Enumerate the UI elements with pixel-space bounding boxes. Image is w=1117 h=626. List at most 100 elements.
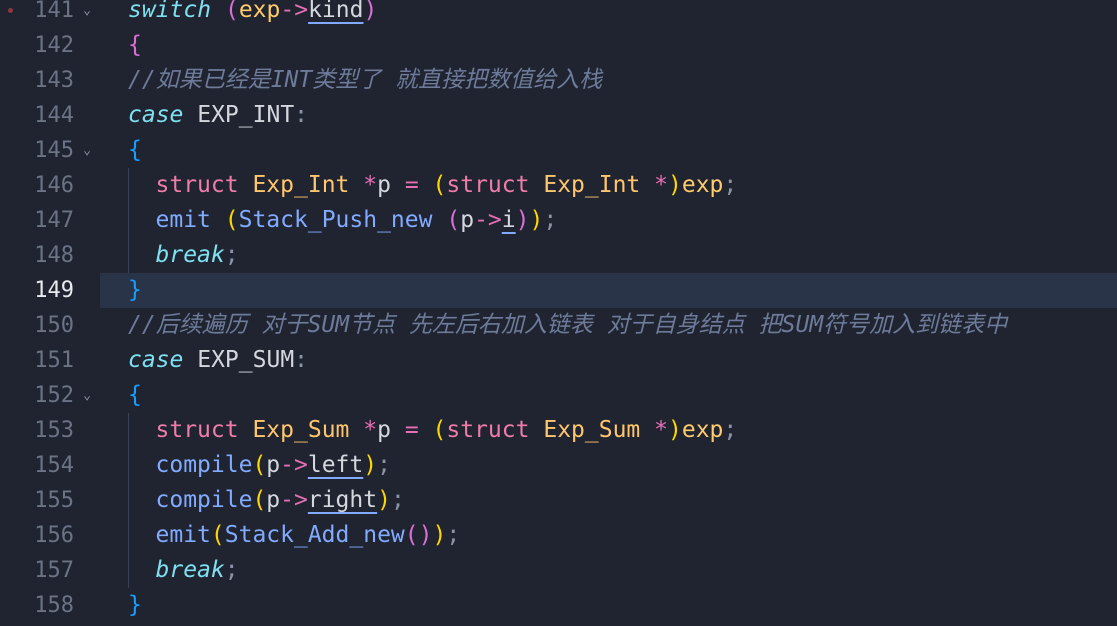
code-line[interactable]: 156 emit(Stack_Add_new()); [0, 518, 1117, 553]
code-text[interactable]: { [128, 378, 142, 413]
code-token: struct [446, 172, 530, 198]
code-line[interactable]: 150 //后续遍历 对于SUM节点 先左后右加入链表 对于自身结点 把SUM符号… [0, 308, 1117, 343]
code-line[interactable]: 148 break; [0, 238, 1117, 273]
gutter[interactable]: 143 [0, 63, 100, 98]
code-text[interactable]: case EXP_SUM: [128, 343, 308, 378]
code-text[interactable]: struct Exp_Sum *p = (struct Exp_Sum *)ex… [127, 413, 738, 448]
code-token: emit [155, 522, 211, 548]
line-number: 153 [34, 418, 74, 443]
code-token: -> [280, 0, 309, 23]
code-line[interactable]: 151 case EXP_SUM: [0, 343, 1117, 378]
code-text[interactable]: //如果已经是INT类型了 就直接把数值给入栈 [128, 63, 602, 98]
code-line[interactable]: 144 case EXP_INT: [0, 98, 1117, 133]
code-text[interactable]: { [128, 133, 142, 168]
code-token: ( [224, 0, 239, 23]
code-text[interactable]: compile(p->left); [127, 448, 391, 483]
code-text[interactable]: emit (Stack_Push_new (p->i)); [127, 203, 557, 238]
indent-guide [127, 448, 156, 483]
code-text[interactable]: emit(Stack_Add_new()); [127, 518, 460, 553]
code-token: struct [446, 417, 530, 443]
code-text[interactable]: //后续遍历 对于SUM节点 先左后右加入链表 对于自身结点 把SUM符号加入到… [128, 308, 1007, 343]
code-token: = [404, 417, 419, 443]
code-line[interactable]: 157 break; [0, 553, 1117, 588]
code-line[interactable]: 152 { [0, 378, 1117, 413]
code-token: -> [474, 207, 502, 233]
code-line[interactable]: 147 emit (Stack_Push_new (p->i)); [0, 203, 1117, 238]
code-text[interactable]: break; [127, 238, 239, 273]
code-text[interactable]: compile(p->right); [127, 483, 405, 518]
gutter[interactable]: 149 [0, 273, 100, 308]
gutter[interactable]: 158 [0, 588, 100, 623]
fold-chevron-icon[interactable] [80, 133, 94, 168]
code-line[interactable]: 141 switch (exp->kind) [0, 0, 1117, 28]
code-token: ; [723, 417, 738, 443]
gutter[interactable]: 145 [0, 133, 100, 168]
code-token: p [377, 172, 405, 198]
code-token: compile [155, 452, 253, 478]
gutter[interactable]: 153 [0, 413, 100, 448]
indent-guide [127, 238, 156, 273]
gutter[interactable]: 155 [0, 483, 100, 518]
code-line[interactable]: 145 { [0, 133, 1117, 168]
code-line[interactable]: 153 struct Exp_Sum *p = (struct Exp_Sum *… [0, 413, 1117, 448]
code-token: Exp_Sum [252, 417, 350, 443]
gutter[interactable]: 157 [0, 553, 100, 588]
code-token: * [654, 172, 668, 198]
code-token: ; [390, 487, 405, 513]
code-token: ) [668, 172, 682, 198]
code-token: ( [432, 417, 447, 443]
gutter[interactable]: 151 [0, 343, 100, 378]
code-line[interactable]: 143 //如果已经是INT类型了 就直接把数值给入栈 [0, 63, 1117, 98]
gutter[interactable]: 142 [0, 28, 100, 63]
code-text[interactable]: { [128, 28, 142, 63]
gutter[interactable]: 154 [0, 448, 100, 483]
gutter[interactable]: 152 [0, 378, 100, 413]
code-token: -> [280, 452, 308, 478]
code-editor[interactable]: 141 switch (exp->kind) 142 {143 //如果已经是INT类型… [0, 0, 1117, 626]
code-token: * [363, 172, 378, 198]
gutter[interactable]: 144 [0, 98, 100, 133]
code-token: break [155, 242, 225, 268]
code-text[interactable]: break; [127, 553, 239, 588]
code-text[interactable]: struct Exp_Int *p = (struct Exp_Int *)ex… [127, 168, 737, 203]
code-line[interactable]: 155 compile(p->right); [0, 483, 1117, 518]
code-token: ( [252, 452, 267, 478]
code-text[interactable]: switch (exp->kind) [128, 0, 377, 28]
code-token: p [377, 417, 405, 443]
fold-chevron-icon[interactable] [80, 378, 94, 413]
code-token: ) [363, 452, 378, 478]
code-line[interactable]: 146 struct Exp_Int *p = (struct Exp_Int *… [0, 168, 1117, 203]
gutter[interactable]: 150 [0, 308, 100, 343]
code-text[interactable]: } [128, 588, 142, 623]
code-line[interactable]: 142 { [0, 28, 1117, 63]
code-text[interactable]: case EXP_INT: [128, 98, 308, 133]
indent-guide [127, 518, 156, 553]
gutter[interactable]: 156 [0, 518, 100, 553]
code-token: Stack_Add_new [224, 522, 405, 548]
indent-guide [127, 413, 156, 448]
code-token: exp [681, 417, 724, 443]
fold-chevron-icon[interactable] [80, 0, 94, 28]
code-token: Exp_Sum [543, 417, 641, 443]
code-line[interactable]: 154 compile(p->left); [0, 448, 1117, 483]
code-token: Exp_Int [543, 172, 641, 198]
code-text[interactable]: } [128, 273, 142, 308]
code-line[interactable]: 149} [0, 273, 1117, 308]
line-number: 148 [34, 243, 74, 268]
code-line[interactable]: 158} [0, 588, 1117, 623]
gutter[interactable]: 147 [0, 203, 100, 238]
gutter[interactable]: 146 [0, 168, 100, 203]
code-token: * [654, 417, 668, 443]
code-token: ( [252, 487, 267, 513]
breakpoint-icon[interactable] [8, 8, 13, 13]
code-token: ( [404, 522, 419, 548]
gutter[interactable]: 141 [0, 0, 100, 28]
code-token: ( [210, 522, 225, 548]
gutter[interactable]: 148 [0, 238, 100, 273]
